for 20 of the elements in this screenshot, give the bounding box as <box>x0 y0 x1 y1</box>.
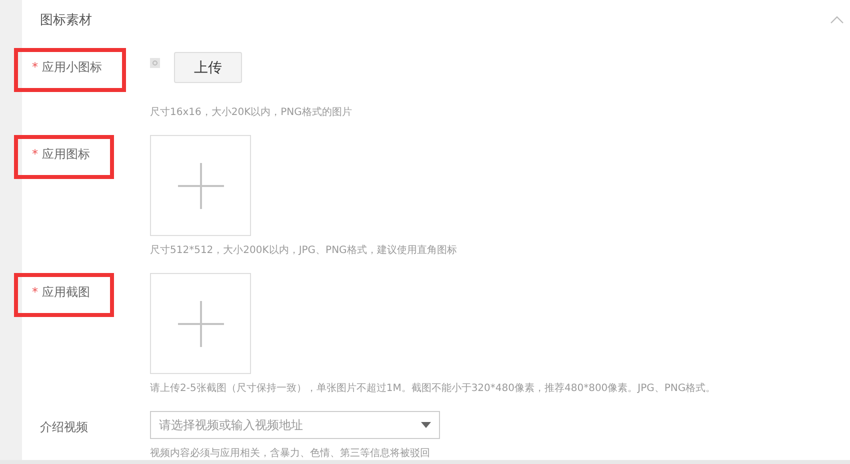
required-mark: * <box>32 285 38 299</box>
field-label: 应用小图标 <box>42 60 102 74</box>
image-upload-box[interactable] <box>150 135 251 236</box>
field-label: 应用图标 <box>42 147 90 161</box>
hint-text: 视频内容必须与应用相关，含暴力、色情、第三等信息将被驳回 <box>150 446 431 460</box>
dropdown-caret-icon <box>421 422 431 428</box>
hint-text: 尺寸16x16，大小20K以内，PNG格式的图片 <box>150 106 353 119</box>
required-mark: * <box>32 147 38 161</box>
plus-icon <box>178 300 224 346</box>
chevron-up-icon[interactable] <box>830 15 844 25</box>
field-label: 介绍视频 <box>40 420 88 434</box>
required-mark: * <box>32 60 38 74</box>
plus-icon <box>178 162 224 208</box>
section-title: 图标素材 <box>40 12 92 29</box>
hint-text: 尺寸512*512，大小200K以内，JPG、PNG格式，建议使用直角图标 <box>150 244 458 257</box>
upload-button[interactable]: 上传 <box>174 52 242 83</box>
field-label: 应用截图 <box>42 285 90 299</box>
hint-text: 请上传2-5张截图（尺寸保持一致），单张图片不超过1M。截图不能小于320*480像素，推荐480*800像素。JPG、PNG格式。 <box>150 382 717 395</box>
image-upload-box[interactable] <box>150 273 251 374</box>
image-placeholder-icon <box>150 58 160 68</box>
